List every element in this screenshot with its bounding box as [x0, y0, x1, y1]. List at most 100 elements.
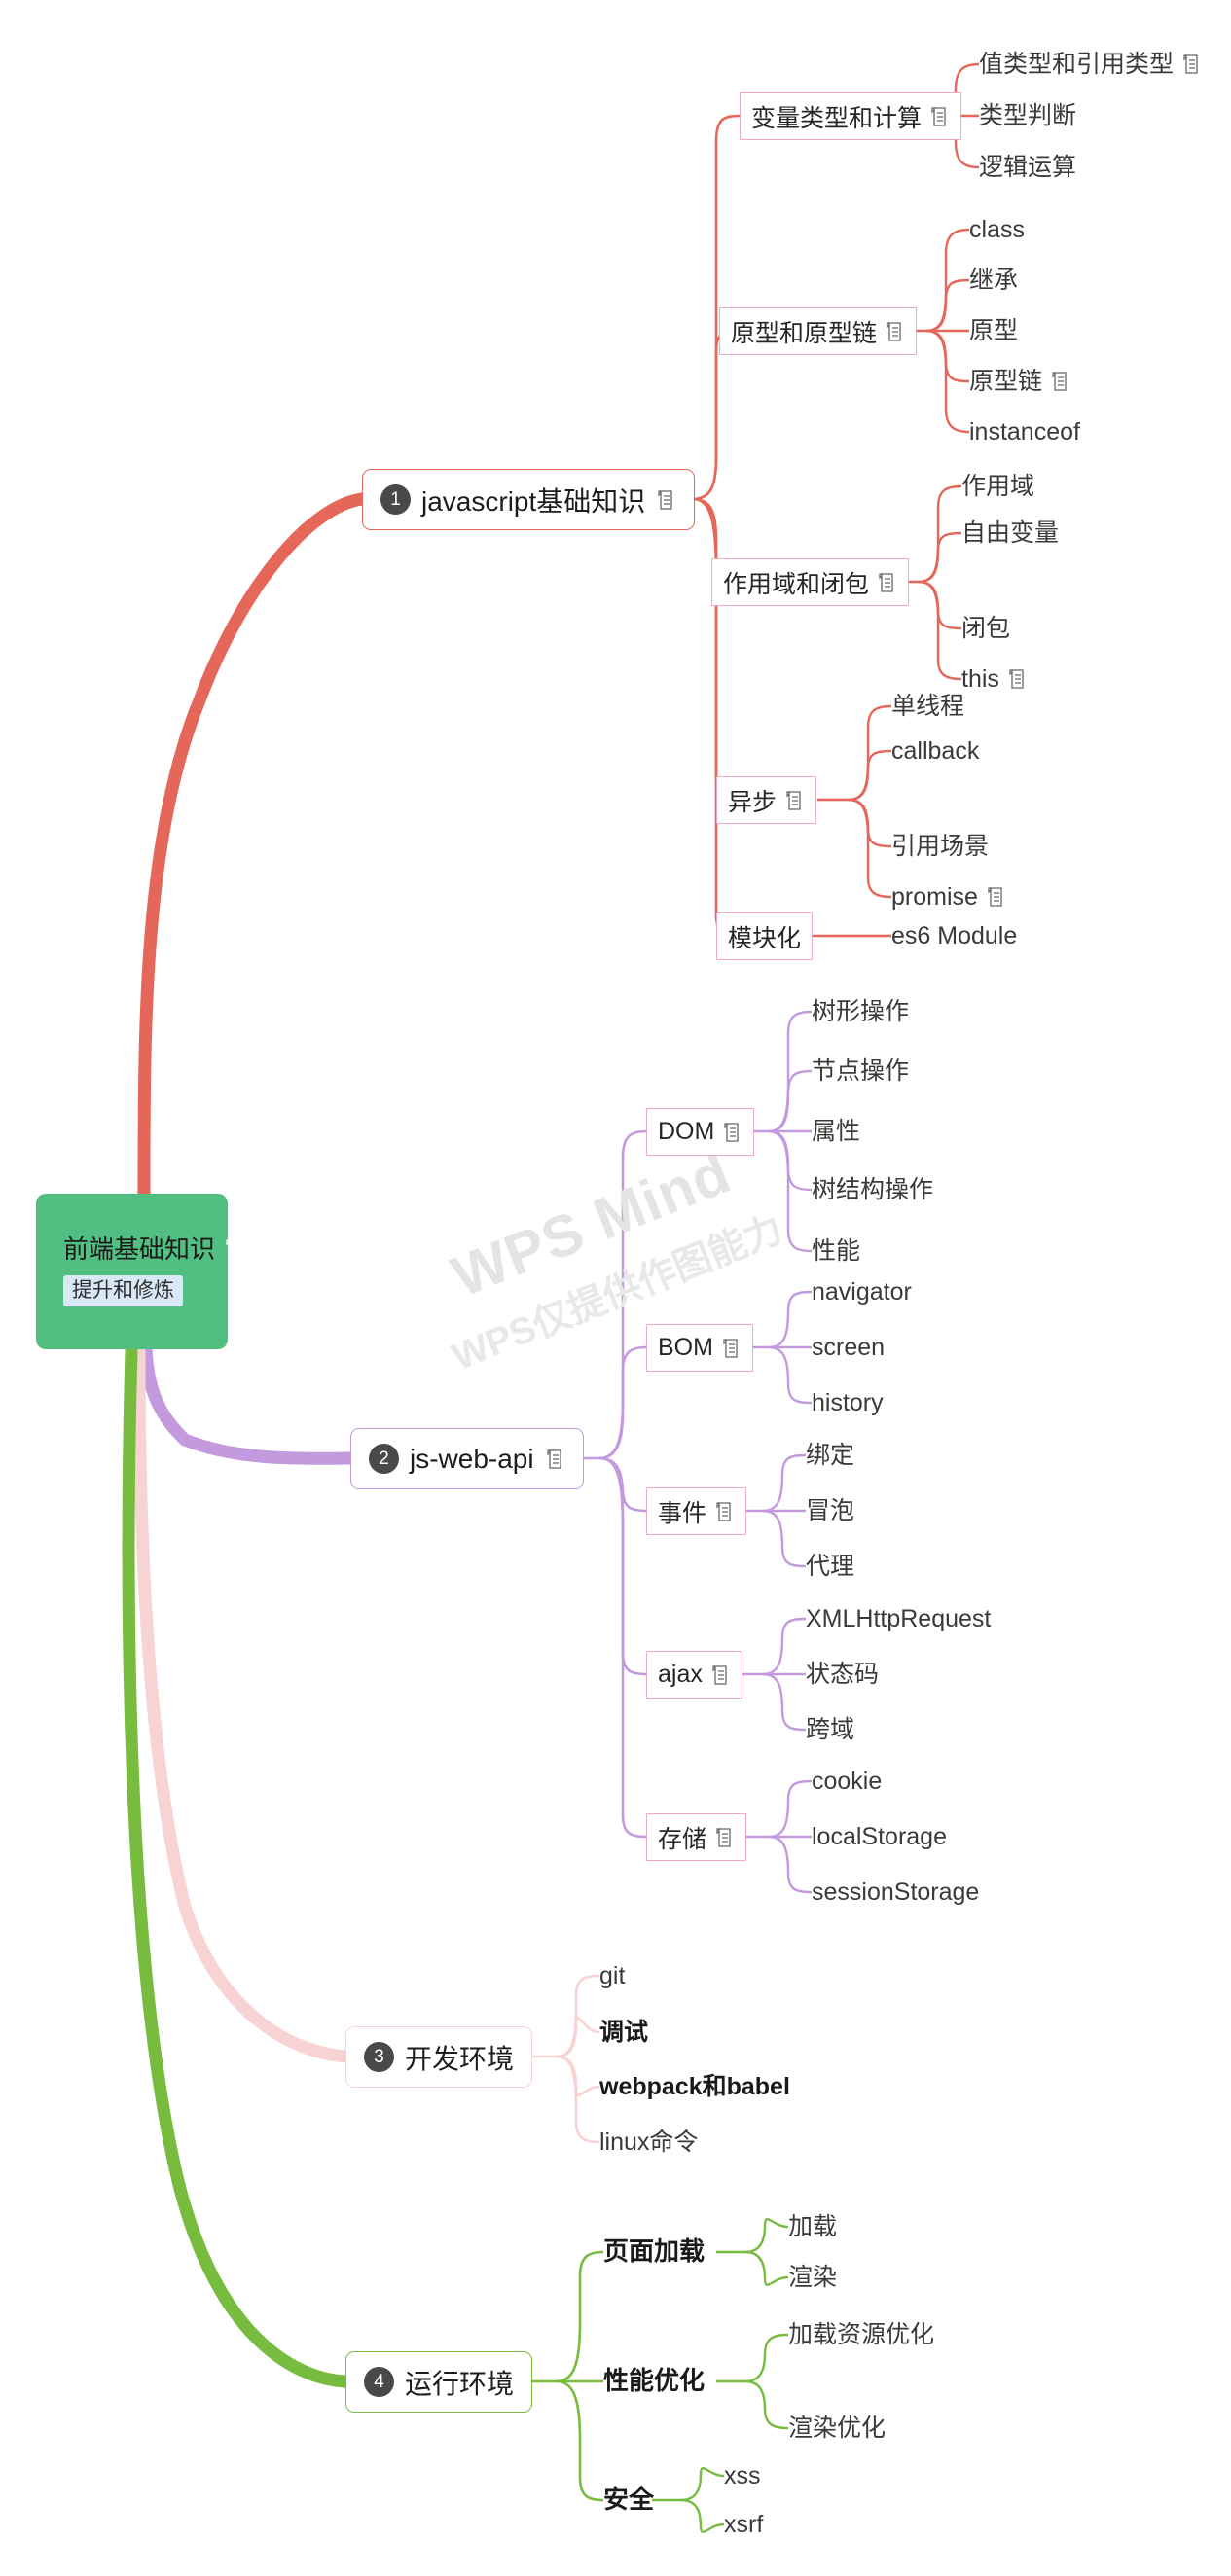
leaf-node[interactable]: 绑定 [806, 1439, 854, 1472]
leaf-node[interactable]: 继承 [969, 264, 1018, 297]
leaf-label: 加载 [788, 2213, 838, 2240]
leaf-node[interactable]: XMLHttpRequest [806, 1602, 991, 1635]
leaf-label: 绑定 [806, 1442, 855, 1469]
note-icon[interactable] [1007, 668, 1028, 690]
leaf-node[interactable]: webpack和babel [599, 2070, 790, 2103]
leaf-node[interactable]: instanceof [969, 415, 1080, 448]
leaf-node[interactable]: linux命令 [599, 2126, 698, 2159]
leaf-node[interactable]: xss [724, 2459, 761, 2492]
leaf-node[interactable]: 属性 [812, 1115, 860, 1148]
note-icon[interactable] [877, 572, 897, 593]
leaf-label: xss [724, 2462, 761, 2489]
leaf-node[interactable]: 调试 [599, 2016, 648, 2049]
note-icon[interactable] [784, 790, 805, 811]
leaf-label: 跨域 [806, 1716, 855, 1743]
leaf-node[interactable]: 节点操作 [812, 1055, 909, 1088]
leaf-node[interactable]: 冒泡 [806, 1494, 854, 1527]
subtopic-label: 变量类型和计算 [751, 104, 923, 132]
note-icon[interactable] [986, 886, 1006, 908]
branch-node-javascript[interactable]: 1 javascript基础知识 [362, 469, 696, 530]
note-icon[interactable] [714, 1827, 735, 1848]
subtopic-dom[interactable]: DOM [646, 1108, 755, 1156]
root-tag[interactable]: 提升和修炼 [63, 1274, 183, 1307]
subtopic-bom[interactable]: BOM [646, 1324, 753, 1372]
subtopic-events[interactable]: 事件 [646, 1487, 747, 1535]
leaf-node[interactable]: 跨域 [806, 1713, 854, 1746]
branch-node-runtime-environment[interactable]: 4 运行环境 [345, 2351, 533, 2413]
note-icon[interactable] [714, 1501, 735, 1522]
leaf-node[interactable]: 页面加载 [603, 2235, 705, 2268]
note-icon[interactable] [722, 1122, 742, 1143]
note-icon[interactable] [710, 1664, 731, 1686]
leaf-node[interactable]: navigator [812, 1275, 912, 1308]
leaf-node[interactable]: 作用域 [961, 470, 1034, 503]
subtopic-ajax[interactable]: ajax [646, 1651, 742, 1699]
leaf-node[interactable]: cookie [812, 1765, 882, 1798]
branch-node-dev-environment[interactable]: 3 开发环境 [345, 2026, 533, 2088]
leaf-node[interactable]: 闭包 [961, 612, 1010, 645]
leaf-node[interactable]: xsrf [724, 2508, 763, 2541]
subtopic-label: 原型和原型链 [731, 319, 878, 347]
branch-node-js-web-api[interactable]: 2 js-web-api [350, 1428, 584, 1489]
subtopic-storage[interactable]: 存储 [646, 1813, 747, 1861]
leaf-node[interactable]: callback [891, 734, 979, 768]
mindmap-canvas: WPS Mind WPS仅提供作图能力 前端基础知识 提升和修炼 1 javas… [0, 0, 1231, 2576]
leaf-label: 树形操作 [812, 998, 910, 1025]
subtopic-async[interactable]: 异步 [716, 776, 817, 824]
note-icon[interactable] [721, 1338, 742, 1359]
leaf-node[interactable]: 单线程 [891, 690, 964, 723]
leaf-label: git [599, 1962, 626, 1989]
subtopic-variable-types[interactable]: 变量类型和计算 [740, 92, 962, 140]
leaf-node[interactable]: 值类型和引用类型 [979, 48, 1202, 81]
subtopic-scope-closure[interactable]: 作用域和闭包 [711, 558, 910, 606]
leaf-node[interactable]: 树形操作 [812, 995, 909, 1028]
note-icon[interactable] [545, 1449, 565, 1470]
leaf-node[interactable]: 加载 [788, 2210, 837, 2243]
leaf-label: xsrf [724, 2511, 764, 2538]
note-icon[interactable] [929, 106, 950, 127]
branch-index-badge: 3 [364, 2042, 394, 2072]
leaf-node[interactable]: class [969, 213, 1025, 246]
leaf-node[interactable]: 树结构操作 [812, 1173, 933, 1206]
leaf-node[interactable]: 类型判断 [979, 99, 1076, 132]
leaf-node[interactable]: 安全 [603, 2483, 654, 2516]
leaf-node[interactable]: 性能 [812, 1234, 860, 1268]
leaf-node[interactable]: 加载资源优化 [788, 2318, 934, 2351]
leaf-node[interactable]: screen [812, 1331, 885, 1364]
leaf-label: this [961, 665, 999, 693]
leaf-node[interactable]: es6 Module [891, 919, 1017, 952]
leaf-node[interactable]: 原型链 [969, 365, 1070, 398]
leaf-node[interactable]: 性能优化 [603, 2364, 705, 2397]
leaf-node[interactable]: git [599, 1959, 625, 1992]
leaf-node[interactable]: 代理 [806, 1550, 854, 1583]
leaf-node[interactable]: 状态码 [806, 1658, 879, 1691]
subtopic-modularization[interactable]: 模块化 [716, 912, 814, 960]
subtopic-prototype[interactable]: 原型和原型链 [719, 307, 918, 355]
note-icon[interactable] [656, 489, 676, 511]
leaf-label: instanceof [969, 418, 1080, 446]
leaf-node[interactable]: 逻辑运算 [979, 151, 1076, 184]
note-icon[interactable] [1050, 371, 1070, 392]
leaf-node[interactable]: localStorage [812, 1820, 947, 1853]
note-icon[interactable] [224, 1238, 244, 1260]
leaf-node[interactable]: history [812, 1386, 884, 1419]
leaf-label: callback [891, 737, 980, 765]
leaf-node[interactable]: this [961, 662, 1028, 696]
leaf-node[interactable]: 渲染优化 [788, 2412, 886, 2445]
leaf-node[interactable]: promise [891, 880, 1006, 913]
note-icon[interactable] [1181, 54, 1202, 75]
root-title-text: 前端基础知识 [63, 1234, 216, 1264]
leaf-node[interactable]: 原型 [969, 314, 1018, 347]
note-icon[interactable] [885, 321, 905, 342]
leaf-label: 冒泡 [806, 1497, 855, 1524]
leaf-node[interactable]: 自由变量 [961, 517, 1059, 550]
leaf-label: navigator [812, 1278, 912, 1306]
root-node[interactable]: 前端基础知识 提升和修炼 [36, 1194, 240, 1349]
subtopic-label: BOM [658, 1334, 713, 1361]
leaf-node[interactable]: 引用场景 [891, 830, 989, 863]
leaf-node[interactable]: sessionStorage [812, 1876, 979, 1909]
leaf-node[interactable]: 渲染 [788, 2261, 837, 2294]
leaf-label: 闭包 [961, 615, 1011, 642]
branch-label: js-web-api [410, 1443, 534, 1474]
subtopic-label: DOM [658, 1118, 715, 1145]
